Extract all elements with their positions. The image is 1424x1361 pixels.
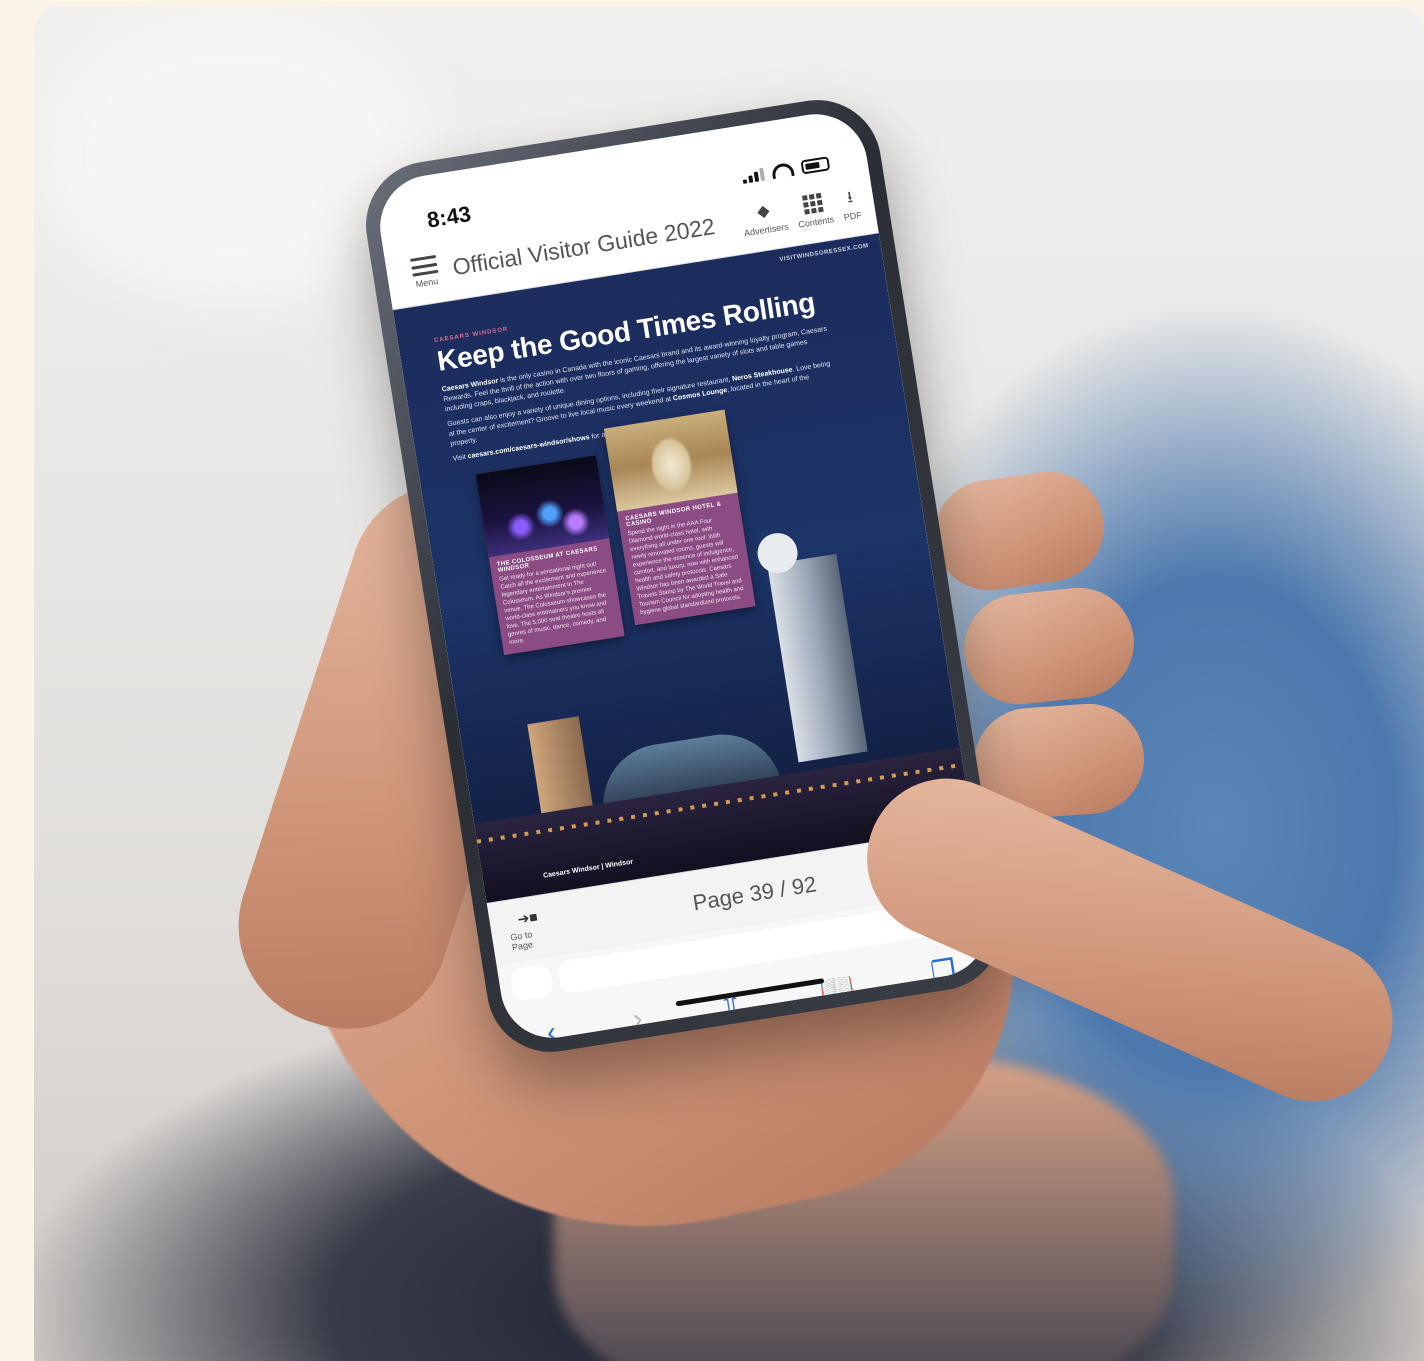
tag-icon: ◆ xyxy=(756,202,771,221)
magazine-page[interactable]: VISITWINDSORESSEX.COM CAESARS WINDSOR Ke… xyxy=(392,233,973,903)
page-url: VISITWINDSORESSEX.COM xyxy=(779,243,870,264)
advertisers-label: Advertisers xyxy=(743,221,790,239)
advertisers-button[interactable]: ◆ Advertisers xyxy=(740,199,790,239)
go-to-page-button[interactable]: ➔■ Go to Page xyxy=(506,906,552,952)
grid-icon xyxy=(802,192,825,216)
hotel-card: CAESARS WINDSOR HOTEL & CASINO Spend the… xyxy=(603,409,756,626)
pdf-button[interactable]: ⭳ PDF xyxy=(840,187,863,223)
photo-background: 8:43 Menu Official Visitor Guide 2022 ◆ xyxy=(34,6,1424,1361)
card-text: Spend the night in the AAA Four Diamond … xyxy=(627,517,744,617)
hamburger-icon xyxy=(410,254,439,277)
menu-label: Menu xyxy=(415,275,439,290)
contents-label: Contents xyxy=(797,214,835,230)
colosseum-card: THE COLOSSEUM AT CAESARS WINDSOR Get rea… xyxy=(475,455,625,656)
contents-button[interactable]: Contents xyxy=(794,191,835,230)
menu-button[interactable]: Menu xyxy=(403,254,447,291)
status-time: 8:43 xyxy=(425,201,473,233)
finger xyxy=(958,582,1140,710)
pdf-label: PDF xyxy=(843,209,863,223)
previous-tab-pill[interactable] xyxy=(509,963,555,1002)
battery-icon xyxy=(800,156,831,175)
download-icon: ⭳ xyxy=(845,189,854,207)
arrow-to-page-icon: ➔■ xyxy=(516,907,539,927)
go-to-page-label: Go to Page xyxy=(509,928,534,952)
finger xyxy=(927,464,1111,598)
hotel-tower-image xyxy=(767,553,868,763)
signal-icon xyxy=(741,167,766,184)
wifi-icon xyxy=(770,161,795,180)
